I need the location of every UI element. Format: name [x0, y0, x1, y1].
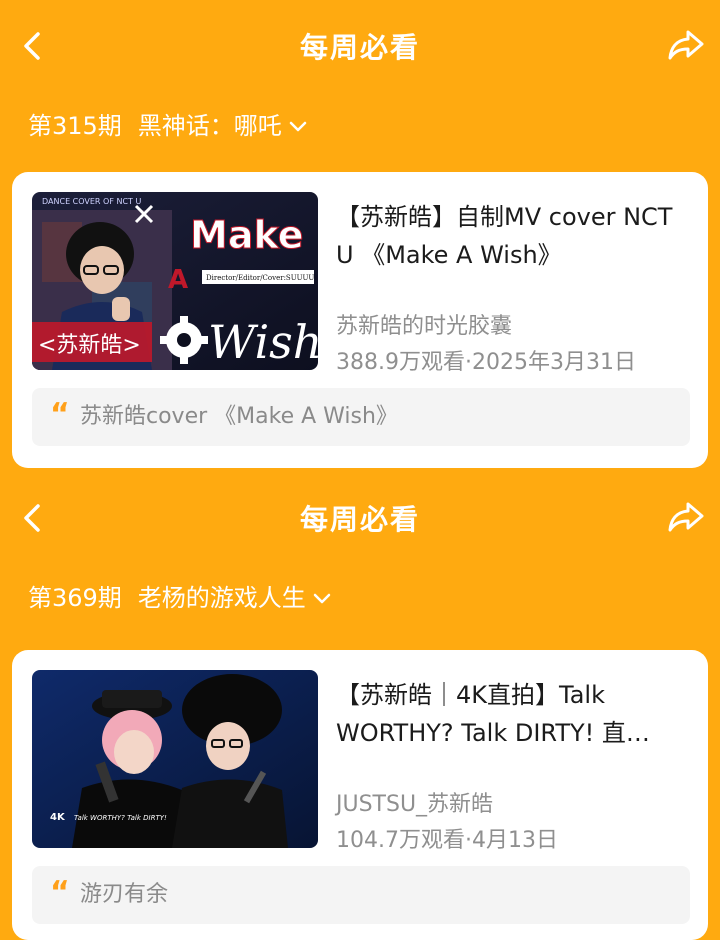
top-bar: 每周必看: [0, 0, 720, 90]
video-card[interactable]: 4K Talk WORTHY? Talk DIRTY! 【苏新皓｜4K直拍】Ta…: [12, 650, 708, 940]
page-title: 每周必看: [299, 31, 420, 64]
thumbnail-graphic: <苏新皓> DANCE COVER OF NCT U Make A Direct…: [32, 192, 318, 370]
video-thumbnail[interactable]: <苏新皓> DANCE COVER OF NCT U Make A Direct…: [32, 192, 318, 370]
issue-number: 第369期: [28, 584, 122, 612]
issue-number: 第315期: [28, 112, 122, 140]
thumbnail-credit-text: Director/Editor/Cover:SUUUU: [206, 274, 314, 282]
quote-icon: “: [50, 875, 70, 910]
top-bar: 每周必看: [0, 472, 720, 562]
share-icon[interactable]: [666, 24, 706, 64]
share-icon[interactable]: [666, 496, 706, 536]
issue-selector[interactable]: 第315期 黑神话：哪吒: [0, 90, 720, 162]
thumbnail-wish-text: Wish: [208, 315, 318, 369]
video-title[interactable]: 【苏新皓｜4K直拍】Talk WORTHY? Talk DIRTY! 直…: [336, 676, 696, 752]
issue-name: 老杨的游戏人生: [137, 584, 306, 612]
video-meta: 388.9万观看·2025年3月31日: [336, 350, 636, 375]
quote-text: 游刃有余: [80, 882, 169, 907]
weekly-section-2: 每周必看 第369期 老杨的游戏人生 4K Talk WORTHY? Talk …: [0, 472, 720, 940]
thumbnail-graphic: 4K Talk WORTHY? Talk DIRTY!: [32, 670, 318, 848]
quote-text: 苏新皓cover 《Make A Wish》: [80, 404, 398, 429]
quote-box: “ 游刃有余: [32, 866, 690, 924]
video-card[interactable]: <苏新皓> DANCE COVER OF NCT U Make A Direct…: [12, 172, 708, 468]
issue-name: 黑神话：哪吒: [137, 112, 282, 140]
chevron-down-icon: [313, 593, 331, 604]
thumbnail-caption-text: DANCE COVER OF NCT U: [42, 197, 141, 206]
page-title: 每周必看: [299, 503, 420, 536]
thumbnail-4k-text: 4K: [50, 812, 66, 823]
thumbnail-line-text: Talk WORTHY? Talk DIRTY!: [74, 814, 167, 822]
quote-icon: “: [50, 397, 70, 432]
issue-selector[interactable]: 第369期 老杨的游戏人生: [0, 562, 720, 634]
video-meta: 104.7万观看·4月13日: [336, 828, 558, 853]
video-title[interactable]: 【苏新皓】自制MV cover NCT U 《Make A Wish》: [336, 198, 696, 274]
quote-box: “ 苏新皓cover 《Make A Wish》: [32, 388, 690, 446]
thumbnail-name-text: <苏新皓>: [38, 333, 141, 358]
thumbnail-make-text: Make: [190, 213, 303, 257]
thumbnail-a-text: A: [168, 265, 188, 295]
video-author[interactable]: JUSTSU_苏新皓: [336, 786, 493, 818]
chevron-down-icon: [289, 121, 307, 132]
video-thumbnail[interactable]: 4K Talk WORTHY? Talk DIRTY!: [32, 670, 318, 848]
video-author[interactable]: 苏新皓的时光胶囊: [336, 308, 512, 340]
weekly-section-1: 每周必看 第315期 黑神话：哪吒 <苏新皓> DANCE COVER OF N…: [0, 0, 720, 468]
